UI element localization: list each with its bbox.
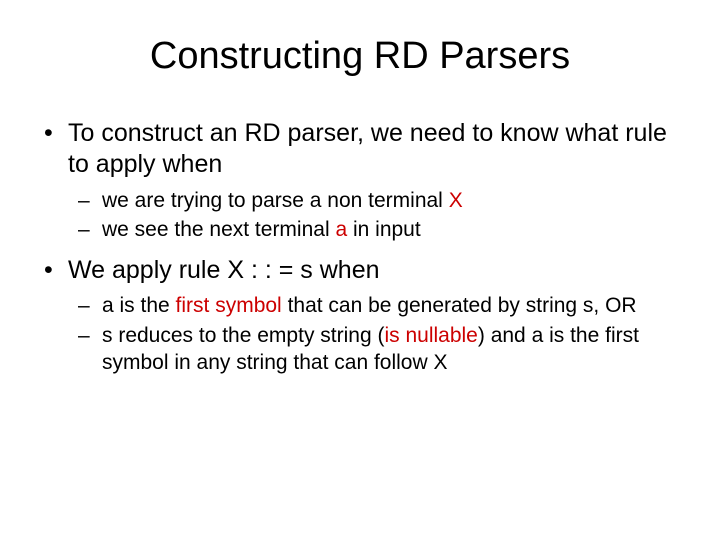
sub-text-highlight: first symbol — [176, 294, 282, 317]
sub-text-highlight: X — [449, 189, 463, 212]
sub-text-highlight: is nullable — [384, 324, 477, 347]
sub-text-pre: s reduces to the empty string ( — [102, 324, 384, 347]
sub-item: s reduces to the empty string (is nullab… — [40, 322, 680, 377]
sub-list: we are trying to parse a non terminal X … — [40, 187, 680, 244]
bullet-item: We apply rule X : : = s when — [40, 255, 680, 286]
sub-text-post: in input — [347, 218, 421, 241]
sub-list: a is the first symbol that can be genera… — [40, 292, 680, 376]
sub-text-pre: we are trying to parse a non terminal — [102, 189, 449, 212]
sub-text-pre: a is the — [102, 294, 176, 317]
bullet-text: To construct an RD parser, we need to kn… — [68, 119, 667, 178]
sub-item: we are trying to parse a non terminal X — [40, 187, 680, 214]
bullet-item: To construct an RD parser, we need to kn… — [40, 118, 680, 181]
main-bullet-list: To construct an RD parser, we need to kn… — [40, 118, 680, 376]
sub-item: a is the first symbol that can be genera… — [40, 292, 680, 319]
sub-item: we see the next terminal a in input — [40, 216, 680, 243]
bullet-text: We apply rule X : : = s when — [68, 256, 380, 284]
slide-title: Constructing RD Parsers — [40, 35, 680, 78]
sub-text-pre: we see the next terminal — [102, 218, 335, 241]
sub-text-highlight: a — [335, 218, 347, 241]
sub-text-post: that can be generated by string s, OR — [282, 294, 637, 317]
